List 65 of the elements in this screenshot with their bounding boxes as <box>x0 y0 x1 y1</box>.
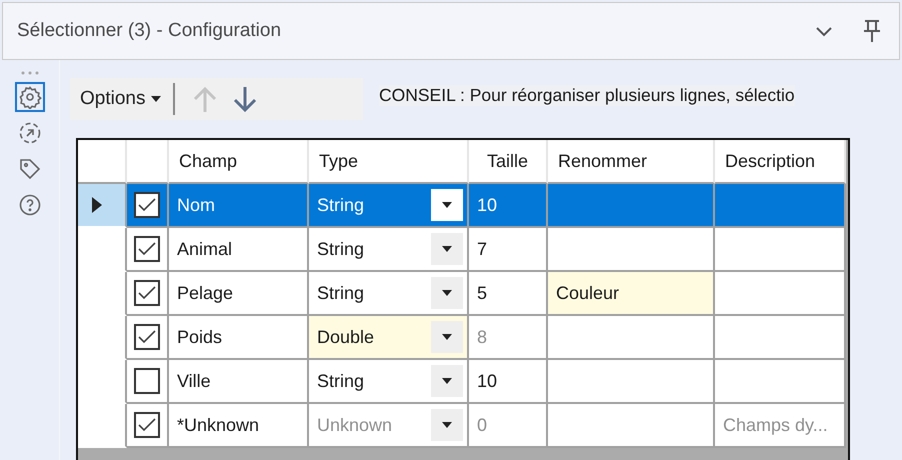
caret-icon <box>442 378 452 384</box>
column-header[interactable]: Taille <box>469 140 548 184</box>
options-menu-button[interactable]: Options <box>80 88 162 110</box>
check-column-header <box>127 140 169 184</box>
table-cell: Champs dy... <box>715 404 846 448</box>
table-cell: 10 <box>469 360 548 404</box>
rename-cell[interactable]: Couleur <box>548 272 715 316</box>
help-icon <box>18 193 42 217</box>
caret-icon <box>442 334 452 340</box>
table-cell: Poids <box>169 316 309 360</box>
table-cell: 0 <box>469 404 548 448</box>
table-cell: Animal <box>169 228 309 272</box>
checkbox[interactable] <box>134 324 160 350</box>
checkbox[interactable] <box>134 236 160 262</box>
tag-icon <box>18 157 42 181</box>
checkbox[interactable] <box>134 192 160 218</box>
dropdown-button[interactable] <box>431 365 463 397</box>
corner-header <box>78 140 127 184</box>
check-icon <box>138 286 156 300</box>
check-icon <box>138 242 156 256</box>
table-cell: 8 <box>469 316 548 360</box>
dropdown-button[interactable] <box>431 277 463 309</box>
table-cell: 10 <box>469 184 548 228</box>
caret-icon <box>442 422 452 428</box>
rename-cell[interactable] <box>548 404 715 448</box>
table-cell: *Unknown <box>169 404 309 448</box>
hint-text: CONSEIL : Pour réorganiser plusieurs lignes, sélectio <box>379 85 795 106</box>
row-header[interactable] <box>78 184 127 228</box>
checkbox[interactable] <box>134 280 160 306</box>
column-header[interactable]: Type <box>309 140 469 184</box>
rename-cell[interactable] <box>548 316 715 360</box>
caret-icon <box>442 290 452 296</box>
table-cell: 5 <box>469 272 548 316</box>
grip-icon[interactable] <box>20 70 40 76</box>
settings-icon <box>18 85 42 109</box>
sidebar-tab[interactable] <box>14 82 44 112</box>
type-dropdown[interactable]: String <box>309 360 469 404</box>
table-cell: 7 <box>469 228 548 272</box>
table-cell: Pelage <box>169 272 309 316</box>
column-header[interactable]: Description <box>715 140 846 184</box>
dropdown-button[interactable] <box>431 321 463 353</box>
type-dropdown[interactable]: String <box>309 184 469 228</box>
check-icon <box>138 418 156 432</box>
current-row-icon <box>92 197 102 213</box>
checkbox[interactable] <box>134 368 160 394</box>
check-icon <box>138 330 156 344</box>
type-dropdown[interactable]: String <box>309 228 469 272</box>
caret-icon <box>151 96 162 102</box>
rename-cell[interactable] <box>548 184 715 228</box>
caret-icon <box>442 246 452 252</box>
column-header[interactable]: Champ <box>169 140 309 184</box>
dropdown-button[interactable] <box>431 233 463 265</box>
checkbox[interactable] <box>134 412 160 438</box>
type-dropdown[interactable]: Double <box>309 316 469 360</box>
window-title: Sélectionner (3) - Configuration <box>17 20 282 42</box>
table-cell: Nom <box>169 184 309 228</box>
check-icon <box>138 198 156 212</box>
dropdown-button[interactable] <box>431 409 463 441</box>
dropdown-button[interactable] <box>431 189 463 221</box>
caret-icon <box>442 202 452 208</box>
column-header[interactable]: Renommer <box>548 140 715 184</box>
rename-cell[interactable] <box>548 228 715 272</box>
table-cell: Ville <box>169 360 309 404</box>
type-dropdown[interactable]: String <box>309 272 469 316</box>
rename-cell[interactable] <box>548 360 715 404</box>
